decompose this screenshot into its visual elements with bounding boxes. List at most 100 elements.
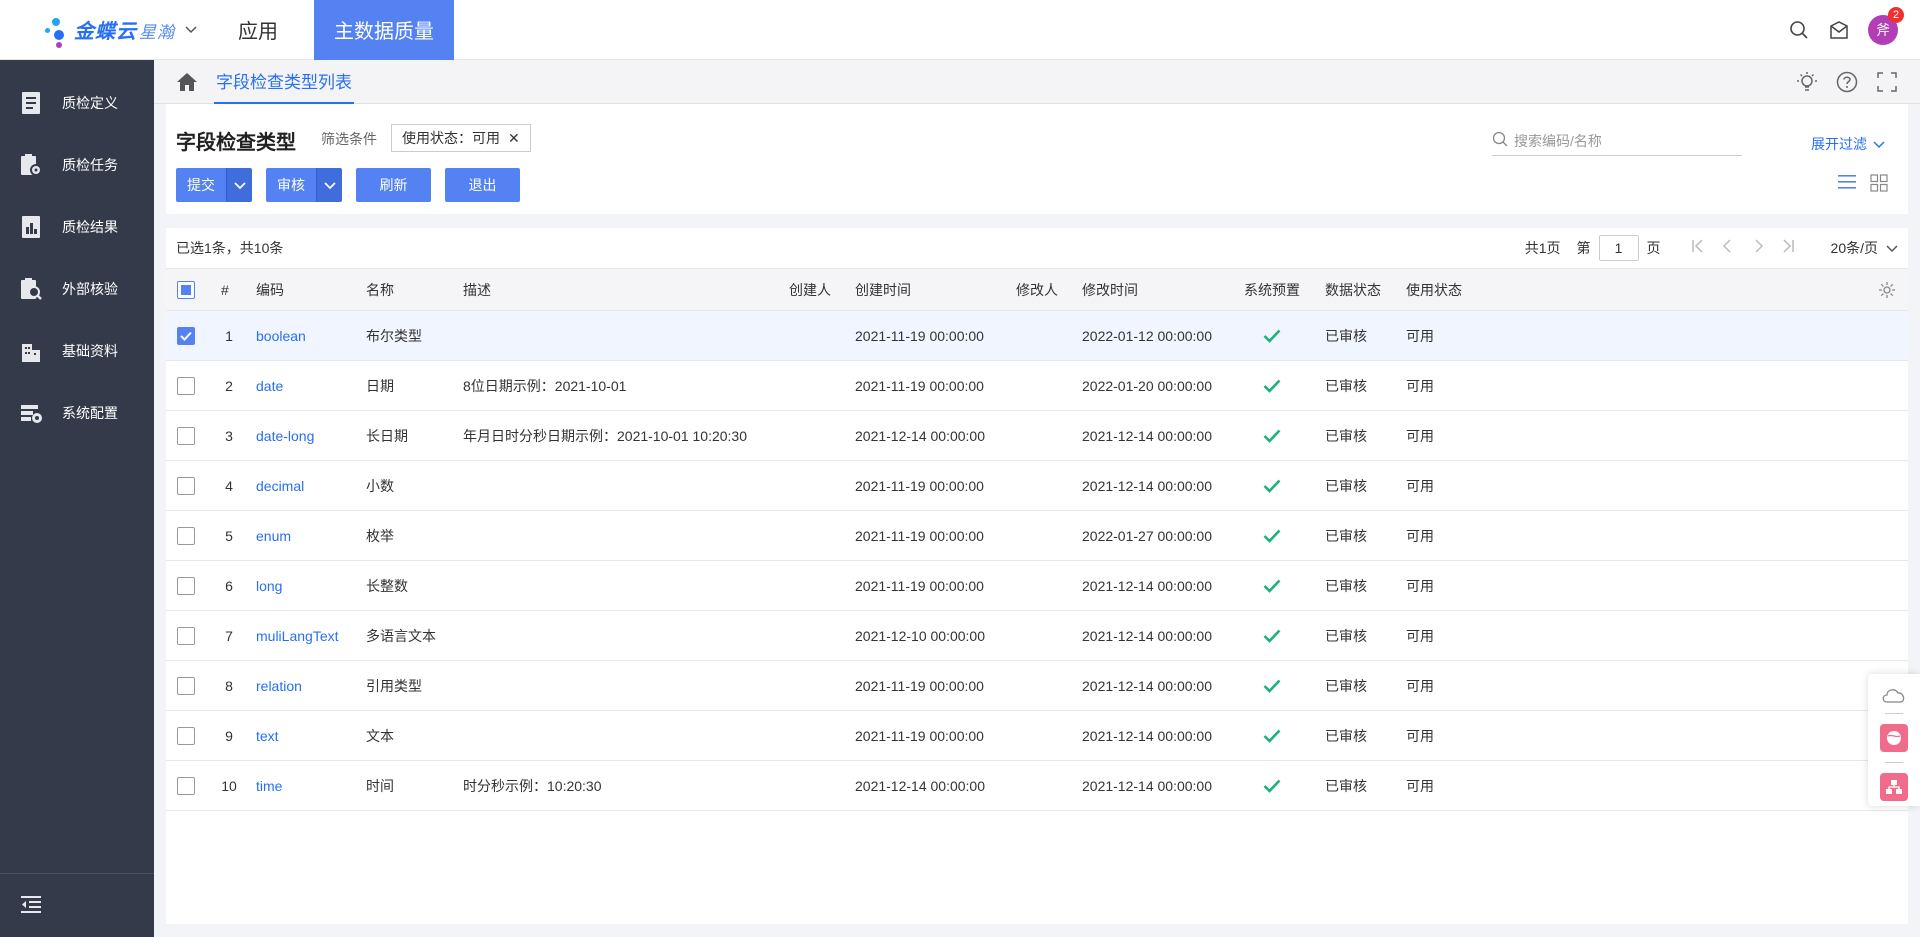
cell-code[interactable]: boolean	[256, 311, 306, 360]
tab-master-data-quality[interactable]: 主数据质量	[314, 0, 454, 60]
page-prefix: 第	[1576, 240, 1591, 256]
cell-desc: 时分秒示例：10:20:30	[463, 777, 602, 794]
app-menu-button[interactable]: 应用	[210, 0, 306, 60]
search-icon[interactable]	[1788, 19, 1810, 41]
message-box-icon[interactable]	[1828, 19, 1850, 41]
cell-code[interactable]: enum	[256, 511, 291, 560]
cell-code[interactable]: decimal	[256, 461, 304, 510]
ball-icon[interactable]	[1880, 724, 1908, 752]
column-header-modified[interactable]: 修改时间	[1082, 269, 1138, 310]
sidebar-item-label: 基础资料	[62, 343, 118, 359]
row-checkbox[interactable]	[177, 326, 195, 345]
sidebar-item-qc-result[interactable]: 质检结果	[0, 196, 154, 258]
avatar-text: 斧	[1876, 21, 1890, 38]
cell-name: 多语言文本	[366, 627, 436, 644]
cell-use-status: 可用	[1406, 677, 1434, 694]
table-row[interactable]: 3 date-long 长日期 年月日时分秒日期示例：2021-10-01 10:20…	[166, 411, 1908, 461]
column-header-data-status[interactable]: 数据状态	[1325, 269, 1381, 310]
table-row[interactable]: 4 decimal 小数 2021-11-19 00:00:00 2021-12-14 …	[166, 461, 1908, 511]
exit-button[interactable]: 退出	[445, 168, 520, 202]
column-settings-icon[interactable]	[1878, 269, 1896, 310]
select-all-checkbox[interactable]	[177, 280, 195, 299]
audit-dropdown-button[interactable]	[316, 168, 342, 202]
sidebar-item-qc-definition[interactable]: 质检定义	[0, 72, 154, 134]
help-icon[interactable]	[1836, 71, 1858, 93]
cell-data-status: 已审核	[1325, 377, 1367, 394]
filter-chip[interactable]: 使用状态：可用 ✕	[391, 124, 531, 152]
search-doc-icon	[18, 276, 44, 302]
preset-check-icon	[1263, 711, 1281, 760]
page-size-select[interactable]: 20条/页	[1831, 238, 1898, 258]
lightbulb-icon[interactable]	[1796, 71, 1818, 93]
page-input[interactable]: 1	[1598, 235, 1639, 261]
column-header-modifier[interactable]: 修改人	[1016, 269, 1058, 310]
table-row[interactable]: 5 enum 枚举 2021-11-19 00:00:00 2022-01-27 00:…	[166, 511, 1908, 561]
cell-modified: 2021-12-14 00:00:00	[1082, 627, 1212, 644]
sidebar-item-external-verify[interactable]: 外部核验	[0, 258, 154, 320]
cell-created: 2021-11-19 00:00:00	[855, 577, 984, 594]
cell-code[interactable]: long	[256, 561, 282, 610]
row-checkbox[interactable]	[177, 476, 195, 495]
list-view-icon[interactable]	[1838, 174, 1856, 195]
prev-page-icon[interactable]	[1717, 238, 1739, 258]
column-header-creator[interactable]: 创建人	[789, 269, 831, 310]
table-row[interactable]: 10 time 时间 时分秒示例：10:20:30 2021-12-14 00:00:0…	[166, 761, 1908, 811]
sidebar-item-qc-task[interactable]: 质检任务	[0, 134, 154, 196]
submit-button[interactable]: 提交	[176, 168, 226, 202]
table-panel: 已选1条，共10条 共1页 第 1 页 20条/页 # 编码 名称 描述 创建人…	[166, 228, 1908, 924]
cell-name: 小数	[366, 477, 394, 494]
sidebar-item-system-config[interactable]: 系统配置	[0, 382, 154, 444]
row-checkbox[interactable]	[177, 526, 195, 545]
cell-code[interactable]: time	[256, 761, 282, 810]
cell-code[interactable]: muliLangText	[256, 611, 339, 660]
sidebar-collapse-button[interactable]	[0, 873, 154, 937]
row-checkbox[interactable]	[177, 376, 195, 395]
table-row[interactable]: 8 relation 引用类型 2021-11-19 00:00:00 2021-12-…	[166, 661, 1908, 711]
column-header-created[interactable]: 创建时间	[855, 269, 911, 310]
row-checkbox[interactable]	[177, 576, 195, 595]
cell-code[interactable]: relation	[256, 661, 302, 710]
home-icon[interactable]	[176, 71, 198, 93]
expand-filter-label: 展开过滤	[1811, 136, 1867, 152]
table-row[interactable]: 1 boolean 布尔类型 2021-11-19 00:00:00 2022-01-1…	[166, 311, 1908, 361]
tab-field-check-type-list[interactable]: 字段检查类型列表	[214, 60, 354, 104]
close-icon[interactable]: ✕	[508, 130, 520, 147]
cell-code[interactable]: date-long	[256, 411, 314, 460]
cell-use-status: 可用	[1406, 577, 1434, 594]
brand-logo[interactable]: 金蝶云 星瀚	[0, 0, 210, 60]
cell-code[interactable]: text	[256, 711, 279, 760]
table-row[interactable]: 2 date 日期 8位日期示例：2021-10-01 2021-11-19 00:00…	[166, 361, 1908, 411]
expand-filter-button[interactable]: 展开过滤	[1811, 134, 1885, 154]
building-icon	[18, 338, 44, 364]
table-row[interactable]: 6 long 长整数 2021-11-19 00:00:00 2021-12-14 00…	[166, 561, 1908, 611]
cell-index: 2	[225, 377, 233, 394]
grid-view-icon[interactable]	[1870, 174, 1888, 195]
next-page-icon[interactable]	[1747, 238, 1769, 258]
submit-dropdown-button[interactable]	[226, 168, 252, 202]
refresh-button[interactable]: 刷新	[356, 168, 431, 202]
row-checkbox[interactable]	[177, 626, 195, 645]
column-header-name[interactable]: 名称	[366, 269, 394, 310]
fullscreen-icon[interactable]	[1876, 71, 1898, 93]
last-page-icon[interactable]	[1777, 238, 1799, 258]
sidebar-item-basic-data[interactable]: 基础资料	[0, 320, 154, 382]
table-row[interactable]: 9 text 文本 2021-11-19 00:00:00 2021-12-14 00:…	[166, 711, 1908, 761]
row-checkbox[interactable]	[177, 426, 195, 445]
search-input[interactable]	[1514, 132, 1724, 149]
row-checkbox[interactable]	[177, 726, 195, 745]
row-checkbox[interactable]	[177, 776, 195, 795]
first-page-icon[interactable]	[1687, 238, 1709, 258]
row-checkbox[interactable]	[177, 676, 195, 695]
audit-button[interactable]: 审核	[266, 168, 316, 202]
sidebar-item-label: 系统配置	[62, 405, 118, 421]
column-header-code[interactable]: 编码	[256, 269, 284, 310]
avatar[interactable]: 斧 2	[1868, 6, 1904, 45]
header-panel: 字段检查类型 筛选条件 使用状态：可用 ✕ 展开过滤 提交 审核	[166, 104, 1908, 214]
column-header-desc[interactable]: 描述	[463, 269, 491, 310]
column-header-preset[interactable]: 系统预置	[1244, 269, 1300, 310]
column-header-use-status[interactable]: 使用状态	[1406, 269, 1462, 310]
cell-code[interactable]: date	[256, 361, 283, 410]
cloud-icon[interactable]	[1880, 686, 1908, 707]
org-chart-icon[interactable]	[1880, 773, 1908, 801]
table-row[interactable]: 7 muliLangText 多语言文本 2021-12-10 00:00:00 202…	[166, 611, 1908, 661]
